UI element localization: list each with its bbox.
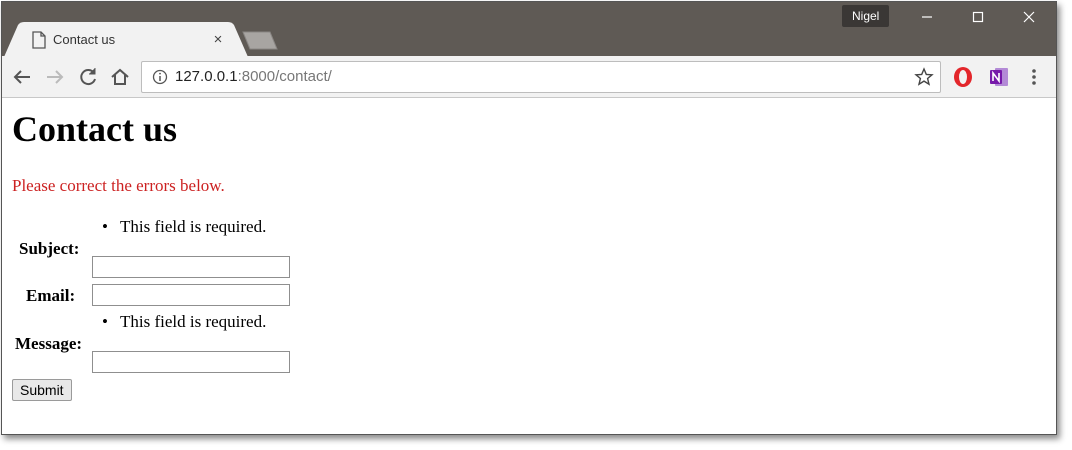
- close-icon: [1023, 11, 1035, 23]
- home-icon[interactable]: [108, 65, 132, 89]
- submit-button[interactable]: Submit: [12, 379, 72, 401]
- subject-label: Subject:: [19, 239, 80, 258]
- tab-title: Contact us: [53, 32, 116, 47]
- browser-window: Contact us × Nigel 127.0.0.1:8000/contac…: [1, 1, 1057, 435]
- message-error-text: This field is required.: [120, 312, 267, 331]
- opera-icon[interactable]: [951, 65, 975, 89]
- maximize-icon: [972, 11, 984, 23]
- back-arrow-icon[interactable]: [10, 65, 34, 89]
- url-host: 127.0.0.1: [175, 68, 238, 85]
- message-input[interactable]: [92, 351, 290, 373]
- message-error: • This field is required.: [102, 312, 267, 332]
- subject-error: • This field is required.: [102, 217, 267, 237]
- profile-badge[interactable]: Nigel: [842, 5, 890, 27]
- kebab-menu-icon[interactable]: [1022, 65, 1046, 89]
- info-icon[interactable]: [152, 69, 168, 85]
- tab-close-icon[interactable]: ×: [210, 32, 226, 48]
- browser-toolbar: 127.0.0.1:8000/contact/: [2, 56, 1056, 98]
- message-label: Message:: [15, 334, 83, 353]
- email-label: Email:: [26, 286, 76, 305]
- reload-icon[interactable]: [76, 65, 100, 89]
- bullet: •: [102, 217, 108, 236]
- minimize-icon: [922, 16, 932, 18]
- subject-input[interactable]: [92, 256, 290, 278]
- page-content: Contact us Please correct the errors bel…: [2, 98, 1056, 434]
- maximize-button[interactable]: [953, 2, 1003, 36]
- title-bar: Contact us × Nigel: [2, 2, 1056, 57]
- email-input[interactable]: [92, 284, 290, 306]
- url-path: :8000/contact/: [237, 68, 332, 85]
- page-icon: [32, 31, 46, 49]
- close-window-button[interactable]: [1004, 2, 1054, 36]
- bullet: •: [102, 312, 108, 331]
- onenote-icon[interactable]: [987, 65, 1011, 89]
- forward-arrow-icon[interactable]: [43, 65, 67, 89]
- url-text: 127.0.0.1:8000/contact/: [175, 68, 332, 85]
- subject-error-text: This field is required.: [120, 217, 267, 236]
- error-note: Please correct the errors below.: [12, 176, 225, 195]
- address-bar[interactable]: 127.0.0.1:8000/contact/: [141, 61, 941, 93]
- minimize-button[interactable]: [902, 2, 952, 36]
- new-tab-button[interactable]: [242, 31, 278, 50]
- page-title: Contact us: [12, 109, 178, 149]
- star-icon[interactable]: [914, 67, 934, 87]
